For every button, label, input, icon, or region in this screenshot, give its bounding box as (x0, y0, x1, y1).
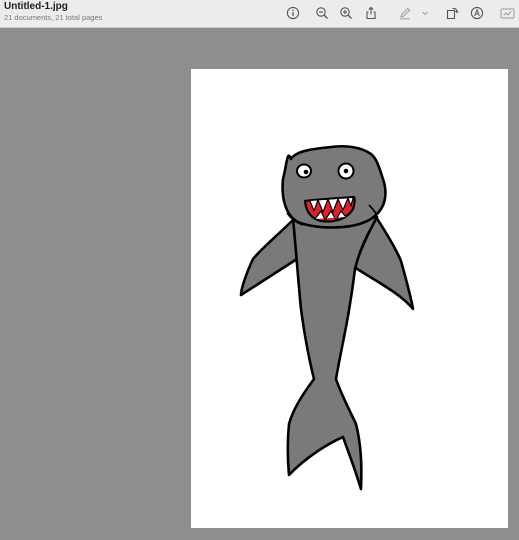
annotate-button[interactable] (468, 4, 486, 22)
shark-drawing (239, 144, 415, 491)
title-block: Untitled-1.jpg 21 documents, 21 total pa… (4, 2, 102, 22)
rotate-button[interactable] (443, 4, 461, 22)
shark-left-pupil (303, 169, 309, 175)
markup-menu-button[interactable] (418, 4, 432, 22)
document-page[interactable] (191, 69, 508, 528)
markup-button[interactable] (396, 4, 414, 22)
zoom-out-icon (316, 7, 328, 19)
zoom-out-button[interactable] (313, 4, 331, 22)
form-fill-icon (500, 8, 514, 19)
info-icon (286, 6, 300, 20)
toolbar: Untitled-1.jpg 21 documents, 21 total pa… (0, 0, 519, 28)
markup-pen-icon (400, 7, 411, 20)
document-title: Untitled-1.jpg (4, 1, 68, 12)
shark-right-pupil (343, 168, 349, 174)
zoom-in-icon (340, 7, 352, 19)
chevron-down-icon (422, 11, 428, 16)
shark-left-fin (239, 215, 301, 297)
info-button[interactable] (284, 4, 302, 22)
share-button[interactable] (362, 4, 380, 22)
form-fill-button[interactable] (498, 4, 516, 22)
share-icon (366, 6, 376, 20)
document-subtitle: 21 documents, 21 total pages (4, 13, 103, 22)
annotate-icon (470, 6, 484, 20)
rotate-icon (446, 7, 459, 20)
zoom-in-button[interactable] (337, 4, 355, 22)
